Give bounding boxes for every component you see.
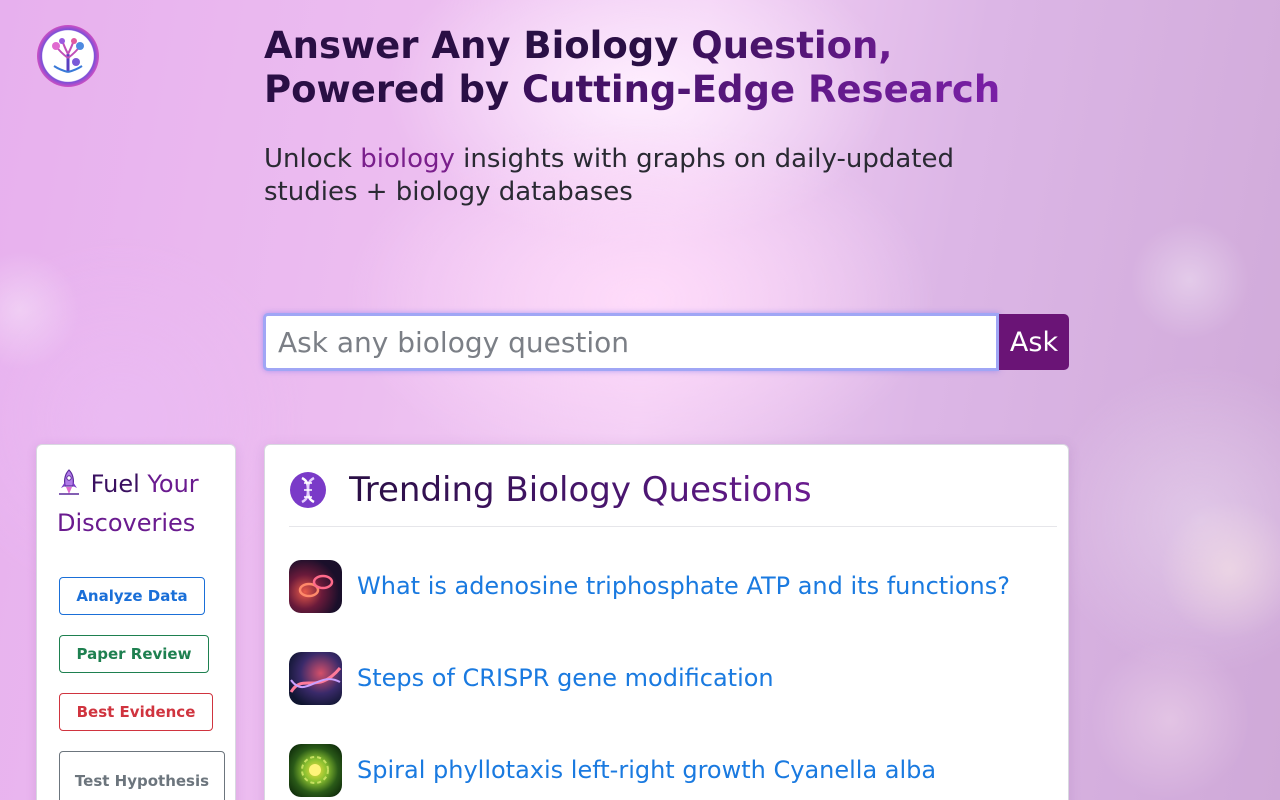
trending-question-item[interactable]: Spiral phyllotaxis left-right growth Cya…	[289, 743, 936, 797]
test-hypothesis-button[interactable]: Test Hypothesis	[59, 751, 225, 800]
paper-review-button[interactable]: Paper Review	[59, 635, 209, 673]
search-bar: Ask	[263, 313, 1069, 371]
trending-header: Trending Biology Questions	[289, 469, 1057, 527]
search-input[interactable]	[263, 313, 999, 371]
analyze-data-button[interactable]: Analyze Data	[59, 577, 205, 615]
hero-title-part: Cutting-Edge Research	[522, 68, 1001, 111]
hero-title-part: Powered by	[264, 68, 523, 111]
dna-icon	[290, 472, 326, 508]
hero-title-part: Question,	[691, 24, 893, 67]
trending-question-item[interactable]: What is adenosine triphosphate ATP and i…	[289, 559, 1010, 613]
site-logo[interactable]	[37, 25, 99, 87]
trending-question-item[interactable]: Steps of CRISPR gene modification	[289, 651, 774, 705]
dna-helix-thumbnail	[289, 651, 342, 705]
background-bokeh	[1130, 220, 1250, 340]
sidebar-title: Fuel Your Discoveries	[57, 467, 227, 541]
background-bokeh	[0, 250, 80, 370]
best-evidence-button[interactable]: Best Evidence	[59, 693, 213, 731]
background-bokeh	[1090, 640, 1250, 800]
hero-title-part: Answer Any Biology	[264, 24, 692, 67]
tree-of-life-icon	[47, 35, 89, 77]
trending-question-link[interactable]: Spiral phyllotaxis left-right growth Cya…	[357, 756, 936, 784]
trending-card: Trending Biology Questions What is adeno…	[264, 444, 1069, 800]
ask-button[interactable]: Ask	[999, 314, 1069, 370]
background-bokeh	[1160, 500, 1280, 640]
hero-title: Answer Any Biology Question, Powered by …	[264, 24, 1044, 112]
trending-question-link[interactable]: What is adenosine triphosphate ATP and i…	[357, 572, 1010, 600]
trending-title: Trending Biology Questions	[349, 470, 812, 510]
trending-question-link[interactable]: Steps of CRISPR gene modification	[357, 664, 774, 692]
hero-subtitle: Unlock biology insights with graphs on d…	[264, 143, 1024, 209]
hero-subtitle-part: Unlock	[264, 144, 361, 174]
hero-subtitle-accent: biology	[360, 144, 455, 174]
sidebar-card: Fuel Your Discoveries Analyze Data Paper…	[36, 444, 236, 800]
sidebar-title-part: Fuel	[90, 470, 148, 498]
rocket-icon	[57, 468, 83, 506]
atp-molecule-thumbnail	[289, 559, 342, 613]
plant-spiral-thumbnail	[289, 743, 342, 797]
